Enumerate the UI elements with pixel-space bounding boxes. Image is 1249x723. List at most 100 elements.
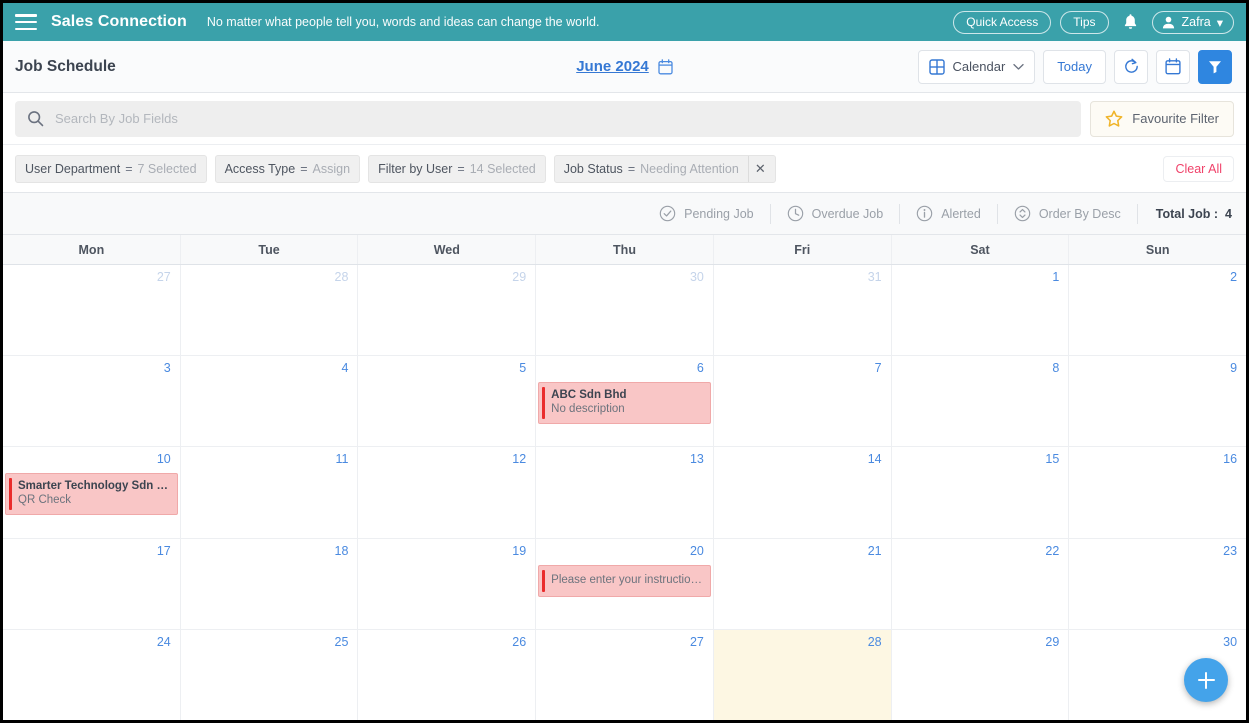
calendar-day-cell[interactable]: 21 bbox=[713, 538, 892, 629]
calendar-day-cell[interactable]: 20 Please enter your instruction... bbox=[536, 538, 714, 629]
calendar-day-number: 14 bbox=[867, 452, 882, 467]
legend-label: Overdue Job bbox=[811, 206, 884, 221]
filter-toggle-button[interactable] bbox=[1198, 49, 1232, 84]
notification-bell-icon[interactable] bbox=[1118, 13, 1143, 31]
calendar-day-cell[interactable]: 31 bbox=[713, 265, 892, 356]
calendar-day-number: 20 bbox=[689, 543, 704, 558]
search-box[interactable] bbox=[15, 100, 1082, 137]
calendar-day-cell[interactable]: 27 bbox=[536, 629, 714, 721]
calendar-day-number: 28 bbox=[334, 270, 349, 284]
check-circle-icon bbox=[659, 205, 676, 222]
calendar-day-number: 13 bbox=[689, 452, 704, 467]
calendar-day-number: 27 bbox=[689, 634, 704, 649]
calendar-day-cell[interactable]: 11 bbox=[180, 447, 359, 538]
calendar-day-cell[interactable]: 24 bbox=[3, 629, 181, 721]
calendar-day-cell[interactable]: 7 bbox=[713, 356, 892, 447]
calendar-day-events: Please enter your instruction... bbox=[536, 564, 713, 600]
page-subheader: Job Schedule June 2024 Calendar Today bbox=[3, 41, 1246, 93]
legend-pending-job[interactable]: Pending Job bbox=[643, 203, 771, 224]
calendar-day-cell[interactable]: 22 bbox=[891, 538, 1070, 629]
clear-all-filters-button[interactable]: Clear All bbox=[1163, 155, 1234, 182]
add-plus-icon[interactable] bbox=[1184, 658, 1228, 702]
user-avatar-icon bbox=[1162, 16, 1174, 28]
chip-value: Needing Attention bbox=[640, 161, 739, 176]
calendar-day-cell[interactable]: 29 bbox=[358, 265, 537, 356]
calendar-day-events: ABC Sdn Bhd No description bbox=[536, 382, 713, 427]
calendar-day-cell[interactable]: 27 bbox=[3, 265, 181, 356]
calendar-day-cell[interactable]: 8 bbox=[891, 356, 1070, 447]
calendar-day-cell[interactable]: 18 bbox=[180, 538, 359, 629]
calendar-event-card[interactable]: ABC Sdn Bhd No description bbox=[538, 382, 711, 425]
calendar-event-card[interactable]: Smarter Technology Sdn Bh... QR Check bbox=[5, 473, 178, 516]
calendar-day-cell[interactable]: 12 bbox=[358, 447, 537, 538]
chevron-down-icon bbox=[1013, 63, 1024, 70]
top-navigation-bar: Sales Connection No matter what people t… bbox=[3, 3, 1246, 41]
tips-button[interactable]: Tips bbox=[1060, 10, 1109, 34]
calendar-day-cell[interactable]: 30 bbox=[536, 265, 714, 356]
favourite-filter-button[interactable]: Favourite Filter bbox=[1090, 100, 1234, 137]
search-input[interactable] bbox=[55, 111, 1070, 126]
day-of-week-wed: Wed bbox=[358, 235, 537, 264]
chip-remove-icon[interactable]: ✕ bbox=[747, 155, 766, 182]
calendar-day-cell[interactable]: 6 ABC Sdn Bhd No description bbox=[536, 356, 714, 447]
calendar-day-number: 11 bbox=[335, 452, 349, 467]
date-picker-button[interactable] bbox=[1156, 49, 1190, 84]
calendar-day-number: 16 bbox=[1223, 452, 1238, 467]
calendar-day-cell[interactable]: 29 bbox=[891, 629, 1070, 721]
calendar-day-cell[interactable]: 4 bbox=[180, 356, 359, 447]
legend-alerted[interactable]: Alerted bbox=[900, 203, 998, 224]
calendar-day-cell[interactable]: 28 bbox=[180, 265, 359, 356]
calendar-day-cell[interactable]: 15 bbox=[891, 447, 1070, 538]
sort-circle-icon bbox=[1014, 205, 1031, 222]
filter-chip-filter-by-user[interactable]: Filter by User = 14 Selected bbox=[368, 154, 546, 183]
calendar-day-number: 29 bbox=[512, 270, 527, 284]
calendar-day-cell[interactable]: 10 Smarter Technology Sdn Bh... QR Check bbox=[3, 447, 181, 538]
calendar-day-cell[interactable]: 5 bbox=[358, 356, 537, 447]
calendar-day-cell[interactable]: 13 bbox=[536, 447, 714, 538]
legend-order-by-desc[interactable]: Order By Desc bbox=[998, 203, 1138, 224]
calendar-day-number: 21 bbox=[867, 543, 882, 558]
calendar-day-number: 10 bbox=[156, 452, 171, 467]
user-menu-button[interactable]: Zafra ▾ bbox=[1151, 10, 1234, 34]
legend-overdue-job[interactable]: Overdue Job bbox=[771, 203, 901, 224]
current-month-label[interactable]: June 2024 bbox=[576, 58, 649, 75]
filter-chip-job-status[interactable]: Job Status = Needing Attention ✕ bbox=[553, 154, 776, 183]
calendar-day-cell[interactable]: 1 bbox=[891, 265, 1070, 356]
calendar-picker-icon[interactable] bbox=[658, 58, 673, 75]
calendar-day-cell[interactable]: 23 bbox=[1069, 538, 1247, 629]
day-of-week-tue: Tue bbox=[181, 235, 359, 264]
calendar-day-number: 4 bbox=[341, 361, 349, 376]
calendar-day-cell[interactable]: 26 bbox=[358, 629, 537, 721]
calendar-day-number: 30 bbox=[689, 270, 704, 284]
chip-key: Access Type bbox=[224, 161, 296, 176]
filter-chip-access-type[interactable]: Access Type = Assign bbox=[214, 154, 361, 183]
quick-access-button[interactable]: Quick Access bbox=[953, 10, 1052, 34]
calendar-day-number: 23 bbox=[1223, 543, 1238, 558]
calendar-day-cell[interactable]: 28 bbox=[713, 629, 892, 721]
calendar-week-row: 10 Smarter Technology Sdn Bh... QR Check 11… bbox=[3, 447, 1247, 539]
calendar-day-cell[interactable]: 9 bbox=[1069, 356, 1247, 447]
today-button[interactable]: Today bbox=[1043, 49, 1106, 84]
calendar-event-title: Smarter Technology Sdn Bh... bbox=[18, 480, 171, 493]
hamburger-menu-icon[interactable] bbox=[15, 14, 37, 30]
chip-key: Job Status bbox=[563, 161, 623, 176]
total-job-value: 4 bbox=[1225, 206, 1232, 221]
info-circle-icon bbox=[916, 205, 933, 222]
calendar-day-cell[interactable]: 14 bbox=[713, 447, 892, 538]
calendar-day-cell[interactable]: 3 bbox=[3, 356, 181, 447]
filter-chip-user-department[interactable]: User Department = 7 Selected bbox=[15, 154, 207, 183]
calendar-day-cell[interactable]: 19 bbox=[358, 538, 537, 629]
refresh-button[interactable] bbox=[1114, 49, 1148, 84]
calendar-day-number: 28 bbox=[867, 634, 882, 649]
chevron-down-icon: ▾ bbox=[1216, 15, 1223, 30]
day-of-week-fri: Fri bbox=[714, 235, 892, 264]
calendar-day-cell[interactable]: 2 bbox=[1069, 265, 1247, 356]
calendar-day-cell[interactable]: 17 bbox=[3, 538, 181, 629]
calendar-week-row: 24 25 26 27 28 29 30 bbox=[3, 629, 1247, 721]
view-selector-button[interactable]: Calendar bbox=[917, 49, 1036, 84]
calendar-event-card[interactable]: Please enter your instruction... bbox=[538, 564, 711, 597]
refresh-icon bbox=[1124, 58, 1138, 73]
search-icon bbox=[28, 111, 44, 127]
calendar-day-cell[interactable]: 16 bbox=[1069, 447, 1247, 538]
calendar-day-cell[interactable]: 25 bbox=[180, 629, 359, 721]
